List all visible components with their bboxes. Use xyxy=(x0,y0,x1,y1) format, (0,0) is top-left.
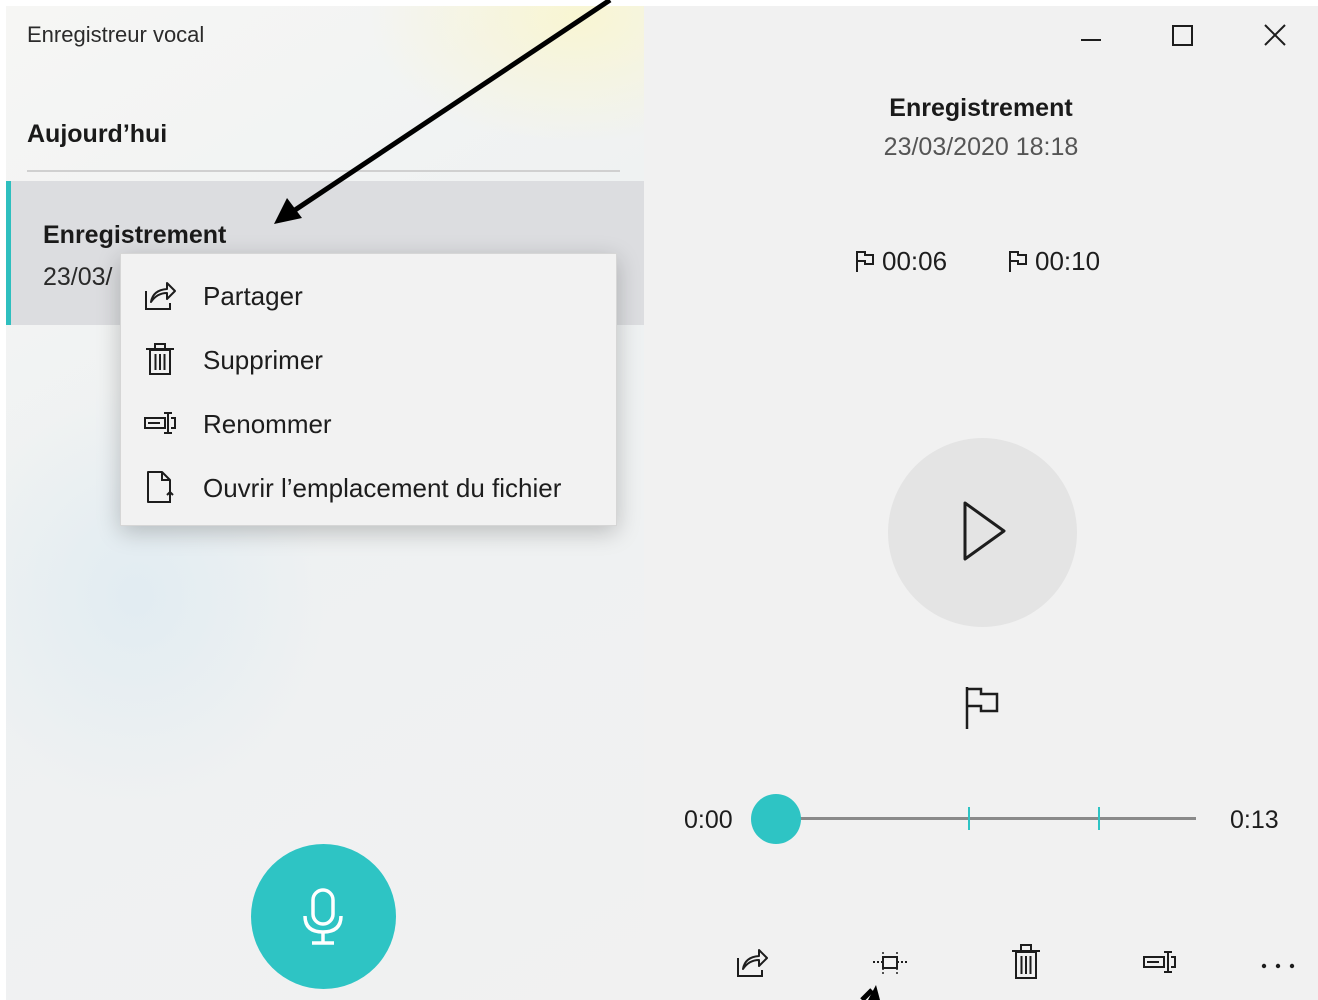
marker-time: 00:10 xyxy=(1035,246,1101,276)
menu-item-label: Renommer xyxy=(203,409,332,439)
trim-button[interactable] xyxy=(868,942,912,982)
recording-name: Enregistrement xyxy=(43,221,227,249)
close-icon xyxy=(1264,24,1286,46)
close-button[interactable] xyxy=(1250,14,1300,58)
file-location-icon xyxy=(147,471,174,503)
selection-accent-bar xyxy=(6,181,11,325)
minimize-icon xyxy=(1081,39,1101,41)
marker-1[interactable]: 00:06 xyxy=(854,246,947,277)
section-divider xyxy=(27,170,620,172)
flag-icon xyxy=(965,687,999,729)
rename-button[interactable] xyxy=(1140,942,1184,982)
menu-item-delete[interactable]: Supprimer xyxy=(121,326,616,390)
progress-slider[interactable] xyxy=(751,794,1196,844)
menu-item-open-location[interactable]: Ouvrir l’emplacement du fichier xyxy=(121,454,616,518)
flag-icon xyxy=(856,251,874,272)
share-icon xyxy=(145,282,176,310)
more-icon xyxy=(1261,963,1295,969)
delete-button[interactable] xyxy=(1004,942,1048,982)
trim-icon xyxy=(873,952,907,974)
add-marker-button[interactable] xyxy=(961,683,1005,731)
marker-time: 00:06 xyxy=(882,246,948,276)
recording-title: Enregistrement xyxy=(889,94,1073,122)
marker-2[interactable]: 00:10 xyxy=(1007,246,1100,277)
menu-item-share[interactable]: Partager xyxy=(121,262,616,326)
flag-icon xyxy=(1009,251,1027,272)
marker-tick xyxy=(1098,807,1101,830)
play-button[interactable] xyxy=(888,438,1077,627)
share-button[interactable] xyxy=(730,942,774,982)
maximize-button[interactable] xyxy=(1158,14,1208,58)
total-time: 0:13 xyxy=(1230,806,1279,834)
rename-icon xyxy=(1143,951,1176,973)
microphone-icon xyxy=(303,888,343,945)
player-pane: Enregistrement 23/03/2020 18:18 00:06 00… xyxy=(644,6,1318,1000)
recording-datetime: 23/03/2020 18:18 xyxy=(883,133,1079,161)
minimize-button[interactable] xyxy=(1066,14,1116,58)
record-button[interactable] xyxy=(251,844,396,989)
menu-item-label: Supprimer xyxy=(203,345,323,375)
menu-item-label: Partager xyxy=(203,281,303,311)
current-time: 0:00 xyxy=(684,806,733,834)
recording-date: 23/03/ xyxy=(43,263,113,291)
share-icon xyxy=(737,949,768,977)
menu-item-rename[interactable]: Renommer xyxy=(121,390,616,454)
rename-icon xyxy=(144,412,176,434)
menu-item-label: Ouvrir l’emplacement du fichier xyxy=(203,473,562,503)
more-options-button[interactable] xyxy=(1256,942,1300,982)
section-header-today: Aujourd’hui xyxy=(27,120,168,148)
trash-icon xyxy=(1012,944,1040,979)
slider-thumb[interactable] xyxy=(751,794,801,844)
trash-icon xyxy=(146,343,174,375)
context-menu: Partager Supprimer Renommer Ouvrir l’emp… xyxy=(120,253,617,526)
maximize-icon xyxy=(1172,25,1193,46)
voice-recorder-window: Enregistreur vocal Aujourd’hui Enregistr… xyxy=(6,6,1318,1000)
marker-tick xyxy=(968,807,971,830)
play-icon xyxy=(963,501,1006,561)
app-title: Enregistreur vocal xyxy=(27,22,205,47)
